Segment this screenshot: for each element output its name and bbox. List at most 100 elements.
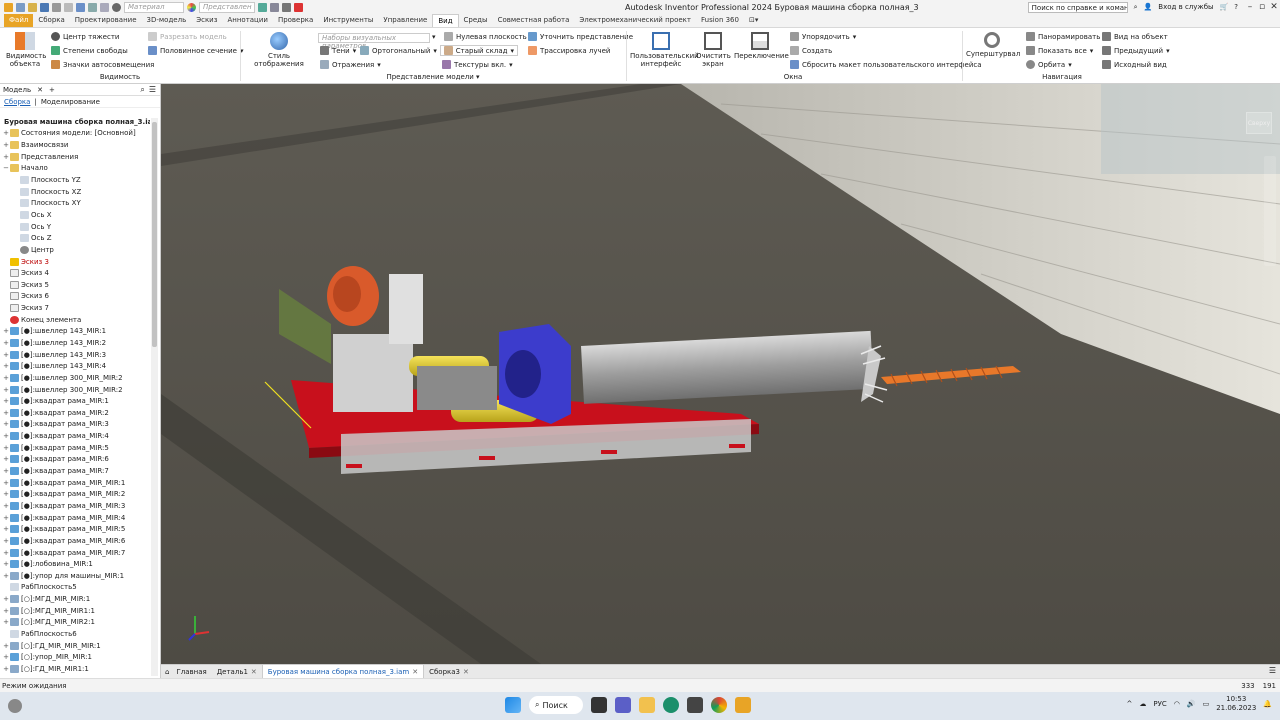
add-tab-icon[interactable]: + xyxy=(49,86,55,94)
expand-icon[interactable]: + xyxy=(2,455,10,463)
expand-icon[interactable]: + xyxy=(2,397,10,405)
inventor-logo-icon[interactable] xyxy=(4,2,13,12)
scroll-thumb[interactable] xyxy=(152,122,157,347)
document-tab[interactable]: Деталь1 ✕ xyxy=(212,665,262,679)
expand-icon[interactable]: + xyxy=(2,607,10,615)
tree-row[interactable]: + [○]:упор_MIR_MIR:1 xyxy=(0,651,150,663)
arrange-button[interactable]: Упорядочить ▾ xyxy=(790,32,856,41)
window-menu-icon[interactable]: ☰ xyxy=(1269,666,1276,675)
center-of-gravity-toggle[interactable]: Центр тяжести xyxy=(51,32,119,41)
tree-row[interactable]: + [●]:швеллер 143_MIR:3 xyxy=(0,349,150,361)
account-icon[interactable]: 👤 xyxy=(1144,3,1153,11)
tree-row[interactable]: Конец элемента xyxy=(0,314,150,326)
signin-link[interactable]: Вход в службы xyxy=(1158,3,1213,11)
search-icon[interactable]: ⌕ xyxy=(1134,3,1138,12)
home-icon[interactable]: ⌂ xyxy=(161,668,171,676)
tree-row[interactable]: Плоскость XZ xyxy=(0,186,150,198)
taskbar-search[interactable]: ⌕ Поиск xyxy=(529,696,583,714)
zoom-all-button[interactable]: Показать все ▾ xyxy=(1026,46,1093,55)
tree-row[interactable]: + Состояния модели: [Основной] xyxy=(0,128,150,140)
expand-icon[interactable]: − xyxy=(2,164,10,172)
expand-icon[interactable]: + xyxy=(2,642,10,650)
tree-row[interactable]: Эскиз 4 xyxy=(0,267,150,279)
help-icon[interactable]: ? xyxy=(1234,3,1238,11)
fx-icon[interactable] xyxy=(282,2,291,12)
slice-model-button[interactable]: Разрезать модель xyxy=(148,32,227,41)
tree-row[interactable]: + [●]:швеллер 300_MIR_MIR:2 xyxy=(0,372,150,384)
tab-3[interactable]: 3D-модель xyxy=(142,14,192,27)
close-icon[interactable]: ✕ xyxy=(412,668,418,676)
store-icon[interactable] xyxy=(687,697,703,713)
tab-9[interactable]: Вид xyxy=(432,14,459,27)
tree-row[interactable]: + [●]:лобовина_MIR:1 xyxy=(0,558,150,570)
tree-row[interactable]: + [●]:квадрат рама_MIR:3 xyxy=(0,419,150,431)
pan-button[interactable]: Панорамировать xyxy=(1026,32,1100,41)
clean-screen-button[interactable]: Очистить экран xyxy=(696,32,731,68)
tree-row[interactable]: Ось X xyxy=(0,209,150,221)
tree-row[interactable]: РабПлоскость6 xyxy=(0,628,150,640)
tree-row[interactable]: Центр xyxy=(0,244,150,256)
object-visibility-button[interactable]: Видимость объекта xyxy=(6,32,46,68)
material-dropdown[interactable]: Материал xyxy=(124,1,184,13)
document-tab[interactable]: Сборка3 ✕ xyxy=(424,665,474,679)
menu-icon[interactable]: ☰ xyxy=(149,85,156,95)
expand-icon[interactable]: + xyxy=(2,560,10,568)
new-file-icon[interactable] xyxy=(16,2,25,12)
tree-row[interactable]: − Начало xyxy=(0,163,150,175)
home-view-button[interactable]: Исходный вид xyxy=(1102,60,1167,69)
expand-icon[interactable]: + xyxy=(2,409,10,417)
tab-8[interactable]: Управление xyxy=(378,14,432,27)
expand-icon[interactable]: + xyxy=(2,386,10,394)
notification-icon[interactable]: 🔔 xyxy=(1263,700,1272,708)
tab-4[interactable]: Эскиз xyxy=(191,14,222,27)
clear-icon[interactable] xyxy=(270,2,279,12)
tree-row[interactable]: + [●]:швеллер 143_MIR:4 xyxy=(0,360,150,372)
dof-toggle[interactable]: Степени свободы xyxy=(51,46,128,55)
refine-view-button[interactable]: Уточнить представление xyxy=(528,32,633,41)
close-icon[interactable]: ✕ xyxy=(251,668,257,676)
minimize-button[interactable]: – xyxy=(1244,2,1256,12)
undo-icon[interactable] xyxy=(52,2,61,12)
expand-icon[interactable]: + xyxy=(2,549,10,557)
tree-row[interactable]: + [●]:швеллер 143_MIR:1 xyxy=(0,326,150,338)
look-at-button[interactable]: Вид на объект xyxy=(1102,32,1168,41)
tab-7[interactable]: Инструменты xyxy=(318,14,378,27)
tree-row[interactable]: + [●]:квадрат рама_MIR_MIR:4 xyxy=(0,512,150,524)
tab-11[interactable]: Совместная работа xyxy=(493,14,575,27)
tree-row[interactable]: + [●]:квадрат рама_MIR:7 xyxy=(0,465,150,477)
tree-row[interactable]: + Представления xyxy=(0,151,150,163)
search-icon[interactable]: ⌕ xyxy=(140,85,144,95)
expand-icon[interactable]: + xyxy=(2,351,10,359)
tree-row[interactable]: + [○]:МГД_MIR_MIR:1 xyxy=(0,593,150,605)
user-interface-button[interactable]: Пользовательский интерфейс xyxy=(630,32,699,68)
new-window-button[interactable]: Создать xyxy=(790,46,832,55)
expand-icon[interactable]: + xyxy=(2,129,10,137)
ray-tracing-button[interactable]: Трассировка лучей xyxy=(528,46,610,55)
tree-row[interactable]: Эскиз 5 xyxy=(0,279,150,291)
viewcube[interactable]: Сверху xyxy=(1246,112,1272,134)
reflections-button[interactable]: Отражения ▾ xyxy=(320,60,381,69)
group-model-view-label[interactable]: Представление модели ▾ xyxy=(240,73,626,81)
inventor-taskbar-icon[interactable] xyxy=(735,697,751,713)
previous-view-button[interactable]: Предыдущий ▾ xyxy=(1102,46,1170,55)
redo-icon[interactable] xyxy=(64,2,73,12)
document-tab[interactable]: Главная xyxy=(171,665,211,679)
tree-row[interactable]: + [○]:ГД_MIR_MIR1:1 xyxy=(0,663,150,675)
tree-row[interactable]: + [○]:ГД_MIR_MIR_MIR:1 xyxy=(0,640,150,652)
subtab-assembly[interactable]: Сборка xyxy=(4,98,30,106)
home-icon[interactable] xyxy=(76,2,85,12)
expand-icon[interactable]: + xyxy=(2,514,10,522)
subtab-modeling[interactable]: Моделирование xyxy=(41,98,100,106)
tree-row[interactable]: Плоскость XY xyxy=(0,197,150,209)
tab-10[interactable]: Среды xyxy=(459,14,493,27)
tab-6[interactable]: Проверка xyxy=(273,14,318,27)
expand-icon[interactable]: + xyxy=(2,595,10,603)
expand-icon[interactable]: + xyxy=(2,467,10,475)
icon-glyph-toggle[interactable]: Значки автосовмещения xyxy=(51,60,154,69)
tree-row[interactable]: + [●]:квадрат рама_MIR_MIR:3 xyxy=(0,500,150,512)
tab-2[interactable]: Проектирование xyxy=(70,14,142,27)
start-icon[interactable] xyxy=(505,697,521,713)
tab-12[interactable]: Электромеханический проект xyxy=(574,14,696,27)
tab-13[interactable]: Fusion 360 xyxy=(696,14,744,27)
tab-0[interactable]: Файл xyxy=(4,14,34,27)
